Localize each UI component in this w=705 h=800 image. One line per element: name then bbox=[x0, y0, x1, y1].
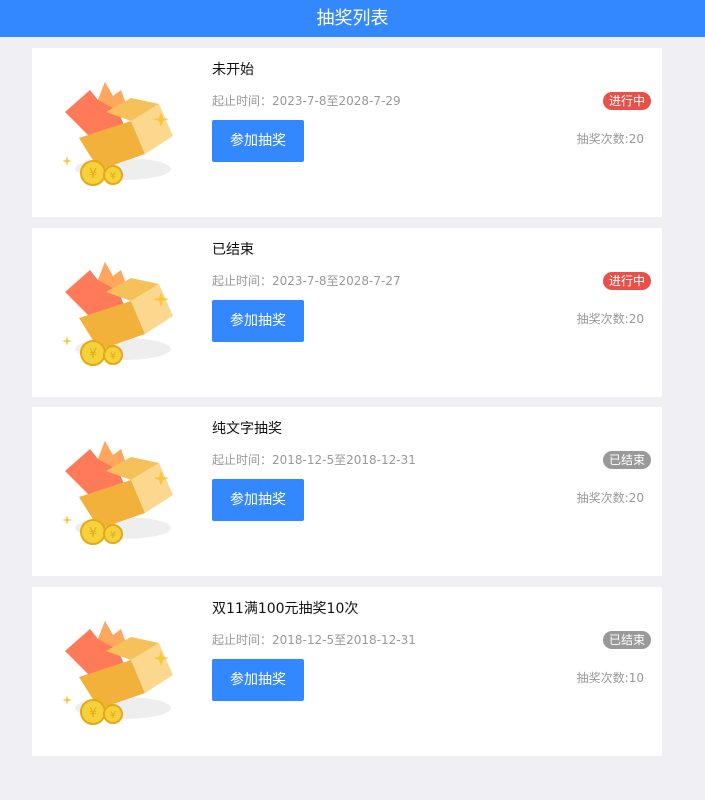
svg-text:¥: ¥ bbox=[110, 710, 116, 721]
lottery-card: ¥ ¥ 未开始 起止时间：2023-7-8至2028-7-29 参加抽奖 进行中… bbox=[32, 48, 662, 217]
svg-text:¥: ¥ bbox=[110, 171, 116, 182]
time-range-row: 起止时间：2018-12-5至2018-12-31 bbox=[212, 631, 416, 648]
lottery-title: 纯文字抽奖 bbox=[212, 421, 282, 437]
draw-count-row: 抽奖次数:20 bbox=[577, 130, 644, 147]
time-range: 2018-12-5至2018-12-31 bbox=[272, 453, 416, 467]
lottery-title: 已结束 bbox=[212, 242, 254, 258]
time-range: 2023-7-8至2028-7-27 bbox=[272, 274, 401, 288]
draw-count-row: 抽奖次数:10 bbox=[577, 669, 644, 686]
time-label: 起止时间： bbox=[212, 453, 273, 467]
time-label: 起止时间： bbox=[212, 94, 273, 108]
draw-count-label: 抽奖次数: bbox=[576, 312, 629, 326]
time-range-row: 起止时间：2023-7-8至2028-7-27 bbox=[212, 272, 401, 289]
draw-count-value: 10 bbox=[628, 671, 644, 685]
draw-count-value: 20 bbox=[628, 312, 644, 326]
time-label: 起止时间： bbox=[212, 633, 273, 647]
time-label: 起止时间： bbox=[212, 274, 273, 288]
gift-box-icon: ¥ ¥ bbox=[62, 262, 173, 366]
time-range: 2018-12-5至2018-12-31 bbox=[272, 633, 416, 647]
join-lottery-button[interactable]: 参加抽奖 bbox=[212, 479, 304, 521]
svg-text:¥: ¥ bbox=[89, 526, 97, 541]
page-title: 抽奖列表 bbox=[316, 8, 389, 29]
lottery-card: ¥ ¥ 已结束 起止时间：2023-7-8至2028-7-27 参加抽奖 进行中… bbox=[32, 228, 662, 397]
gift-box-icon: ¥ ¥ bbox=[62, 441, 173, 545]
draw-count-row: 抽奖次数:20 bbox=[577, 310, 644, 327]
status-badge: 进行中 bbox=[602, 272, 651, 290]
svg-text:¥: ¥ bbox=[110, 530, 116, 541]
join-lottery-button[interactable]: 参加抽奖 bbox=[212, 659, 304, 701]
status-badge: 已结束 bbox=[602, 631, 651, 649]
page-header: 抽奖列表 bbox=[0, 0, 705, 37]
status-badge: 进行中 bbox=[602, 92, 651, 110]
join-lottery-button[interactable]: 参加抽奖 bbox=[212, 120, 304, 162]
join-lottery-button[interactable]: 参加抽奖 bbox=[212, 300, 304, 342]
svg-text:¥: ¥ bbox=[89, 347, 97, 362]
lottery-list: ¥ ¥ 未开始 起止时间：2023-7-8至2028-7-29 参加抽奖 进行中… bbox=[0, 37, 705, 800]
time-range: 2023-7-8至2028-7-29 bbox=[272, 94, 401, 108]
draw-count-value: 20 bbox=[628, 491, 644, 505]
lottery-title: 未开始 bbox=[212, 62, 254, 78]
lottery-title: 双11满100元抽奖10次 bbox=[212, 601, 359, 617]
draw-count-label: 抽奖次数: bbox=[576, 491, 629, 505]
svg-text:¥: ¥ bbox=[89, 167, 97, 182]
draw-count-label: 抽奖次数: bbox=[576, 132, 629, 146]
draw-count-value: 20 bbox=[628, 132, 644, 146]
status-badge: 已结束 bbox=[602, 451, 651, 469]
svg-text:¥: ¥ bbox=[89, 706, 97, 721]
draw-count-row: 抽奖次数:20 bbox=[577, 489, 644, 506]
svg-text:¥: ¥ bbox=[110, 351, 116, 362]
gift-box-icon: ¥ ¥ bbox=[62, 82, 173, 186]
gift-box-icon: ¥ ¥ bbox=[62, 621, 173, 725]
lottery-card: ¥ ¥ 纯文字抽奖 起止时间：2018-12-5至2018-12-31 参加抽奖… bbox=[32, 407, 662, 576]
lottery-card: ¥ ¥ 双11满100元抽奖10次 起止时间：2018-12-5至2018-12… bbox=[32, 587, 662, 756]
time-range-row: 起止时间：2023-7-8至2028-7-29 bbox=[212, 92, 401, 109]
draw-count-label: 抽奖次数: bbox=[576, 671, 629, 685]
time-range-row: 起止时间：2018-12-5至2018-12-31 bbox=[212, 451, 416, 468]
